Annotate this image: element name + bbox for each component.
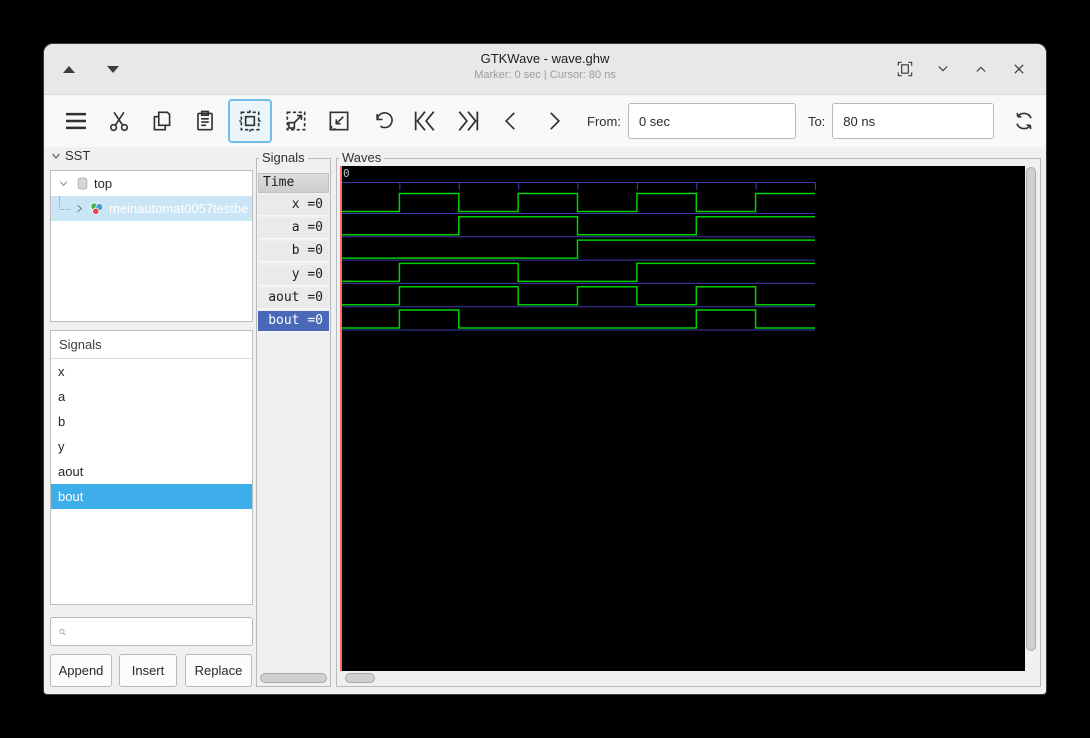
next-edge-button[interactable] xyxy=(532,99,575,143)
expander-closed-icon[interactable] xyxy=(71,201,87,217)
signals-frame-label: Signals xyxy=(259,150,308,166)
zoom-out-icon xyxy=(329,111,348,131)
triangle-down-icon xyxy=(107,65,119,73)
waveform-traces xyxy=(340,166,816,671)
zoom-fit-button[interactable] xyxy=(228,99,272,143)
skip-start-icon xyxy=(414,111,434,131)
waveform-canvas[interactable]: 0 xyxy=(340,166,1025,671)
signal-list-item-aout[interactable]: aout xyxy=(51,459,252,484)
zoom-in-icon xyxy=(286,111,305,131)
from-label: From: xyxy=(587,113,621,129)
signal-list-item-b[interactable]: b xyxy=(51,409,252,434)
scrollbar-thumb[interactable] xyxy=(260,673,327,683)
signal-value-row-aout[interactable]: aout =0 xyxy=(258,288,329,309)
keep-above-button[interactable] xyxy=(58,58,80,80)
close-button[interactable] xyxy=(1008,58,1030,80)
signal-value-row-bout[interactable]: bout =0 xyxy=(258,311,329,332)
skip-end-icon xyxy=(458,111,478,131)
signal-list-item-a[interactable]: a xyxy=(51,384,252,409)
undo-arrow-icon xyxy=(375,112,393,129)
chevron-up-icon xyxy=(976,66,986,72)
sst-header-label: SST xyxy=(65,148,91,163)
reload-icon xyxy=(1015,112,1032,130)
database-icon xyxy=(77,177,88,190)
hamburger-menu-icon xyxy=(65,112,86,130)
chevron-down-icon xyxy=(938,66,948,72)
scrollbar-thumb[interactable] xyxy=(1026,167,1036,651)
signal-list-item-bout[interactable]: bout xyxy=(51,484,252,509)
insert-button[interactable]: Insert xyxy=(119,654,177,687)
waves-frame-label: Waves xyxy=(339,150,385,166)
titlebar[interactable]: GTKWave - wave.ghw Marker: 0 sec | Curso… xyxy=(44,44,1046,95)
copy-icon xyxy=(153,111,170,131)
sst-tree-item-top[interactable]: top xyxy=(51,171,252,196)
to-input[interactable] xyxy=(832,103,995,139)
signal-value-row-x[interactable]: x =0 xyxy=(258,195,329,216)
chevron-right-icon xyxy=(549,112,560,130)
chevron-left-icon xyxy=(504,112,515,130)
append-button[interactable]: Append xyxy=(50,654,112,687)
paste-clipboard-icon xyxy=(196,110,213,131)
main-toolbar: From: To: xyxy=(44,95,1046,147)
signal-list-header[interactable]: Signals xyxy=(51,331,252,359)
tree-guide-line xyxy=(59,196,70,210)
scissors-icon xyxy=(109,111,128,132)
minimize-button[interactable] xyxy=(932,58,954,80)
signal-value-row-b[interactable]: b =0 xyxy=(258,241,329,262)
fullscreen-button[interactable] xyxy=(894,58,916,80)
cut-button[interactable] xyxy=(97,99,140,143)
signal-search-input[interactable] xyxy=(72,623,252,640)
fit-screen-icon xyxy=(897,61,913,77)
signal-search-box[interactable] xyxy=(50,617,253,646)
waves-vscrollbar[interactable] xyxy=(1025,163,1037,673)
signal-list-item-y[interactable]: y xyxy=(51,434,252,459)
copy-button[interactable] xyxy=(140,99,183,143)
to-label: To: xyxy=(807,113,826,129)
zoom-fit-icon xyxy=(239,110,261,132)
prev-edge-button[interactable] xyxy=(489,99,532,143)
zoom-out-button[interactable] xyxy=(317,99,360,143)
skip-to-start-button[interactable] xyxy=(403,99,446,143)
waves-hscrollbar[interactable] xyxy=(345,673,1037,684)
module-icon xyxy=(90,202,104,215)
sst-tree-item-testbench[interactable]: meinautomat0057testbe xyxy=(51,196,252,221)
maximize-button[interactable] xyxy=(970,58,992,80)
zoom-in-button[interactable] xyxy=(274,99,317,143)
tree-item-label: top xyxy=(94,176,113,191)
signals-column-frame: Signals Time x =0 a =0 b =0 y =0 aout =0… xyxy=(256,150,331,687)
paste-button[interactable] xyxy=(183,99,226,143)
signals-column-hscrollbar[interactable] xyxy=(259,673,328,684)
time-origin-label: 0 xyxy=(343,167,350,180)
reload-button[interactable] xyxy=(1002,99,1045,143)
triangle-up-icon xyxy=(63,65,75,73)
signal-value-row-a[interactable]: a =0 xyxy=(258,218,329,239)
undo-button[interactable] xyxy=(360,99,403,143)
time-column-header[interactable]: Time xyxy=(258,173,329,193)
tree-item-label: meinautomat0057testbe xyxy=(109,201,249,216)
menu-button[interactable] xyxy=(54,99,97,143)
sst-tree-panel: top meinautomat0057testbe xyxy=(50,170,253,322)
chevron-down-icon xyxy=(52,153,60,159)
close-icon xyxy=(1014,64,1024,74)
gtkwave-window: GTKWave - wave.ghw Marker: 0 sec | Curso… xyxy=(44,44,1046,694)
signal-value-row-y[interactable]: y =0 xyxy=(258,265,329,286)
sst-section-header[interactable]: SST xyxy=(50,148,90,163)
waves-frame: Waves 0 xyxy=(336,150,1041,687)
scrollbar-thumb[interactable] xyxy=(345,673,375,683)
replace-button[interactable]: Replace xyxy=(185,654,252,687)
expander-open-icon[interactable] xyxy=(55,176,71,192)
search-icon xyxy=(59,628,66,635)
skip-to-end-button[interactable] xyxy=(446,99,489,143)
keep-below-button[interactable] xyxy=(102,58,124,80)
from-input[interactable] xyxy=(627,103,796,139)
signal-list-item-x[interactable]: x xyxy=(51,359,252,384)
signal-list-panel: Signals x a b y aout bout xyxy=(50,330,253,605)
